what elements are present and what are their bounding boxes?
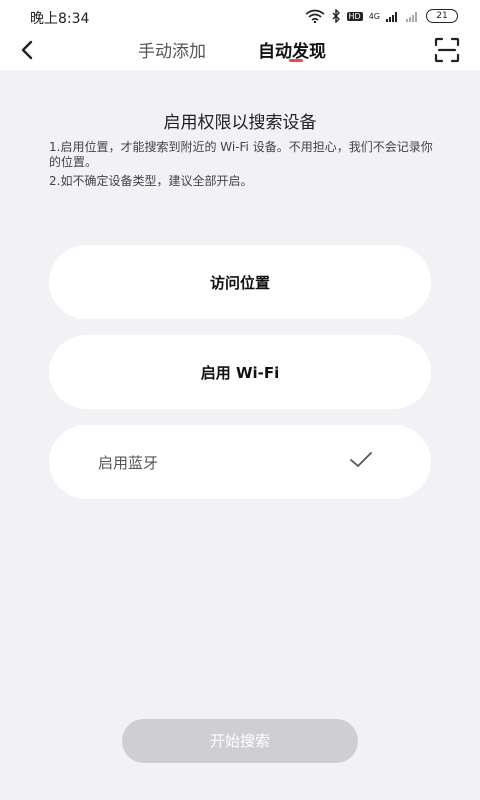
scan-icon[interactable] <box>434 37 460 63</box>
top-nav: 手动添加 自动发现 <box>0 32 480 70</box>
hd-badge: HD <box>346 11 363 21</box>
access-location-label: 访问位置 <box>209 274 270 292</box>
permission-note-2: 2.如不确定设备类型，建议全部开启。 <box>49 174 253 188</box>
checkmark-icon <box>350 452 372 467</box>
active-tab-indicator <box>289 59 303 62</box>
battery-icon: 21 <box>426 9 458 23</box>
status-time: 晚上8:34 <box>30 11 90 27</box>
enable-bluetooth-label: 启用蓝牙 <box>98 454 159 472</box>
status-icons: HD 4G 21 <box>305 7 458 25</box>
enable-wifi-button[interactable]: 启用 Wi-Fi <box>49 335 431 409</box>
signal-icon <box>386 12 397 22</box>
bluetooth-icon <box>332 9 340 23</box>
access-location-button[interactable]: 访问位置 <box>49 245 431 319</box>
enable-bluetooth-button[interactable]: 启用蓝牙 <box>49 425 431 499</box>
signal-weak-icon <box>406 12 417 22</box>
network-type: 4G <box>368 11 380 21</box>
enable-wifi-label: 启用 Wi-Fi <box>200 364 280 382</box>
start-search-button[interactable]: 开始搜索 <box>122 719 358 763</box>
permission-note-1: 1.启用位置，才能搜索到附近的 Wi-Fi 设备。不用担心，我们不会记录你的位置… <box>49 140 433 169</box>
status-bar: 晚上8:34 HD 4G 21 <box>0 0 480 32</box>
page-heading: 启用权限以搜索设备 <box>163 113 317 133</box>
wifi-icon <box>305 9 325 23</box>
back-icon[interactable] <box>14 36 42 64</box>
tab-manual-add[interactable]: 手动添加 <box>138 37 206 62</box>
